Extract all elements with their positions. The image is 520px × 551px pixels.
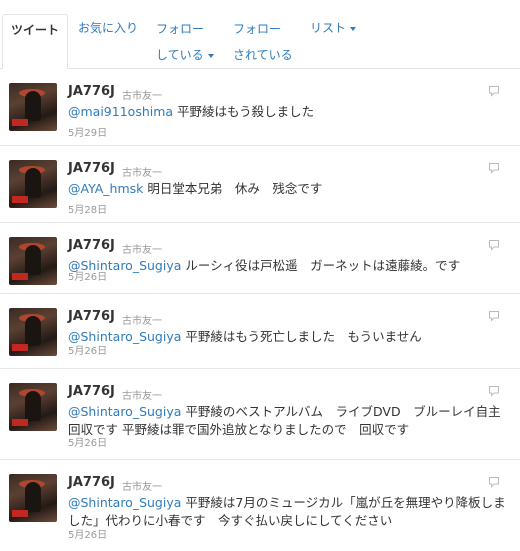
avatar[interactable]: [9, 474, 57, 522]
tab-followers[interactable]: フォロー されている: [233, 16, 293, 68]
avatar[interactable]: [9, 160, 57, 208]
tweet-full-name: 古市友一: [122, 391, 162, 402]
tab-following-label: フォロー: [156, 22, 205, 36]
tweet-text: @Shintaro_Sugiya ルーシィ役は戸松遥 ガーネットは遠藤綾。です: [68, 257, 508, 275]
avatar[interactable]: [9, 237, 57, 285]
reply-icon[interactable]: [488, 239, 500, 251]
tweet-date[interactable]: 5月26日: [68, 434, 107, 449]
reply-icon[interactable]: [488, 162, 500, 174]
tweet-text: @AYA_hmsk 明日堂本兄弟 休み 残念です: [68, 180, 508, 198]
chevron-down-icon: [207, 53, 214, 58]
tweet-mention[interactable]: @Shintaro_Sugiya: [68, 404, 181, 419]
tweet-full-name: 古市友一: [122, 316, 162, 327]
tweet-text: @Shintaro_Sugiya 平野綾のベストアルバム ライブDVD ブルーレ…: [68, 403, 508, 439]
tweet-date[interactable]: 5月26日: [68, 342, 107, 357]
tweet-mention[interactable]: @mai911oshima: [68, 104, 173, 119]
tweet-item[interactable]: JA776J 古市友一 @Shintaro_Sugiya ルーシィ役は戸松遥 ガ…: [0, 223, 520, 294]
tweet-text: @Shintaro_Sugiya 平野綾はもう死亡しました もういません: [68, 328, 508, 346]
tweet-date[interactable]: 5月26日: [68, 268, 107, 283]
tweet-body: 平野綾はもう殺しました: [173, 104, 315, 119]
tweet-screen-name[interactable]: JA776J: [68, 309, 115, 324]
tab-following-sublabel: している: [156, 42, 214, 68]
tweet-screen-name[interactable]: JA776J: [68, 84, 115, 99]
profile-tabs: ツイート お気に入り フォロー している フォロー されている リスト: [0, 0, 520, 69]
reply-icon[interactable]: [488, 85, 500, 97]
tweet-mention[interactable]: @AYA_hmsk: [68, 181, 143, 196]
tweet-date[interactable]: 5月28日: [68, 201, 107, 216]
tab-tweets[interactable]: ツイート: [2, 14, 68, 69]
tweet-item[interactable]: JA776J 古市友一 @mai911oshima 平野綾はもう殺しました 5月…: [0, 69, 520, 146]
tab-lists-label: リスト: [310, 21, 347, 35]
tweet-screen-name[interactable]: JA776J: [68, 384, 115, 399]
tab-followers-sublabel: されている: [233, 48, 293, 62]
tweet-full-name: 古市友一: [122, 168, 162, 179]
tweet-screen-name[interactable]: JA776J: [68, 161, 115, 176]
tab-lists[interactable]: リスト: [310, 16, 357, 40]
chevron-down-icon: [350, 26, 357, 31]
tab-favorites[interactable]: お気に入り: [78, 16, 138, 40]
tweet-screen-name[interactable]: JA776J: [68, 238, 115, 253]
tweet-date[interactable]: 5月26日: [68, 526, 107, 541]
tab-following[interactable]: フォロー している: [156, 16, 214, 68]
tweet-item[interactable]: JA776J 古市友一 @Shintaro_Sugiya 平野綾は7月のミュージ…: [0, 460, 520, 551]
tweet-screen-name[interactable]: JA776J: [68, 475, 115, 490]
avatar[interactable]: [9, 83, 57, 131]
tweet-full-name: 古市友一: [122, 482, 162, 493]
tweet-text: @mai911oshima 平野綾はもう殺しました: [68, 103, 508, 121]
tweet-body: ルーシィ役は戸松遥 ガーネットは遠藤綾。です: [181, 258, 461, 273]
reply-icon[interactable]: [488, 385, 500, 397]
tweet-text: @Shintaro_Sugiya 平野綾は7月のミュージカル「嵐が丘を無理やり降…: [68, 494, 508, 530]
tweet-full-name: 古市友一: [122, 91, 162, 102]
tweet-full-name: 古市友一: [122, 245, 162, 256]
tweet-mention[interactable]: @Shintaro_Sugiya: [68, 495, 181, 510]
tab-followers-label: フォロー: [233, 22, 282, 36]
tweet-body: 平野綾はもう死亡しました もういません: [181, 329, 422, 344]
tweet-item[interactable]: JA776J 古市友一 @Shintaro_Sugiya 平野綾のベストアルバム…: [0, 369, 520, 460]
avatar[interactable]: [9, 383, 57, 431]
reply-icon[interactable]: [488, 310, 500, 322]
tweet-item[interactable]: JA776J 古市友一 @Shintaro_Sugiya 平野綾はもう死亡しまし…: [0, 294, 520, 369]
tweet-body: 明日堂本兄弟 休み 残念です: [143, 181, 323, 196]
tweet-item[interactable]: JA776J 古市友一 @AYA_hmsk 明日堂本兄弟 休み 残念です 5月2…: [0, 146, 520, 223]
reply-icon[interactable]: [488, 476, 500, 488]
tweet-date[interactable]: 5月29日: [68, 124, 107, 139]
avatar[interactable]: [9, 308, 57, 356]
